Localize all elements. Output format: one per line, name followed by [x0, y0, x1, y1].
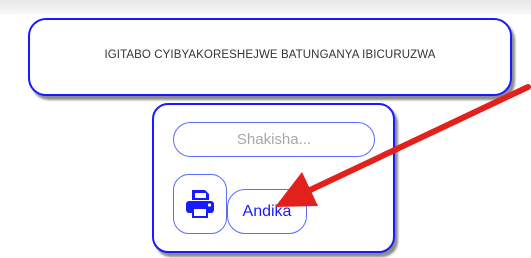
search-input[interactable] [173, 122, 375, 157]
print-button[interactable] [173, 174, 227, 234]
action-panel: Andika [152, 103, 395, 253]
printer-icon [186, 190, 214, 218]
title-card: IGITABO CYIBYAKORESHEJWE BATUNGANYA IBIC… [28, 18, 512, 96]
page-title: IGITABO CYIBYAKORESHEJWE BATUNGANYA IBIC… [104, 49, 436, 61]
top-strip [0, 0, 531, 14]
andika-button[interactable]: Andika [227, 189, 307, 234]
